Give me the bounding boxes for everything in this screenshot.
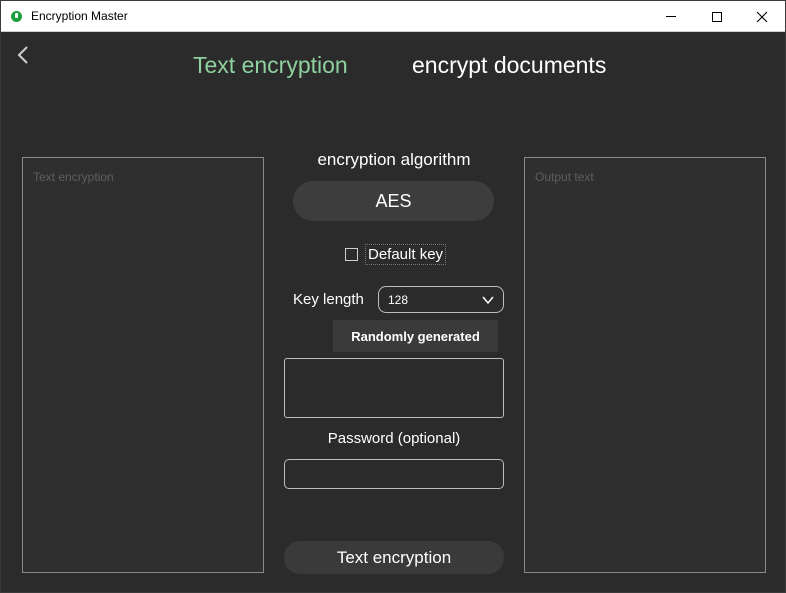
minimize-icon	[666, 16, 676, 17]
input-text-area[interactable]	[23, 158, 263, 572]
key-length-value: 128	[388, 292, 409, 307]
encrypt-button[interactable]: Text encryption	[284, 541, 504, 574]
close-icon	[756, 11, 768, 22]
output-text-area[interactable]	[525, 158, 765, 572]
algorithm-select-button[interactable]: AES	[293, 181, 494, 221]
password-input[interactable]	[284, 459, 504, 489]
key-length-select[interactable]: 128	[378, 286, 504, 313]
input-text-panel	[22, 157, 264, 573]
algorithm-label: encryption algorithm	[317, 150, 471, 169]
default-key-row[interactable]: Default key	[345, 243, 447, 265]
title-bar[interactable]: Encryption Master	[1, 1, 785, 32]
default-key-label[interactable]: Default key	[365, 243, 447, 265]
chevron-left-icon	[17, 46, 28, 64]
tab-encrypt-documents[interactable]: encrypt documents	[412, 52, 606, 79]
default-key-checkbox[interactable]	[345, 247, 358, 261]
output-text-panel	[524, 157, 766, 573]
maximize-icon	[712, 11, 722, 22]
random-generate-button[interactable]: Randomly generated	[333, 320, 498, 352]
maximize-button[interactable]	[694, 1, 740, 32]
password-label: Password (optional)	[327, 430, 461, 447]
app-icon	[11, 11, 22, 22]
minimize-button[interactable]	[648, 1, 694, 32]
window-title: Encryption Master	[31, 9, 128, 23]
key-input[interactable]	[284, 358, 504, 418]
back-button[interactable]	[13, 43, 35, 67]
app-window: Encryption Master Text encryption encryp…	[0, 0, 786, 593]
tab-text-encryption[interactable]: Text encryption	[193, 52, 348, 79]
close-button[interactable]	[739, 1, 785, 32]
chevron-down-icon	[482, 296, 494, 305]
key-length-label: Key length	[293, 291, 364, 308]
